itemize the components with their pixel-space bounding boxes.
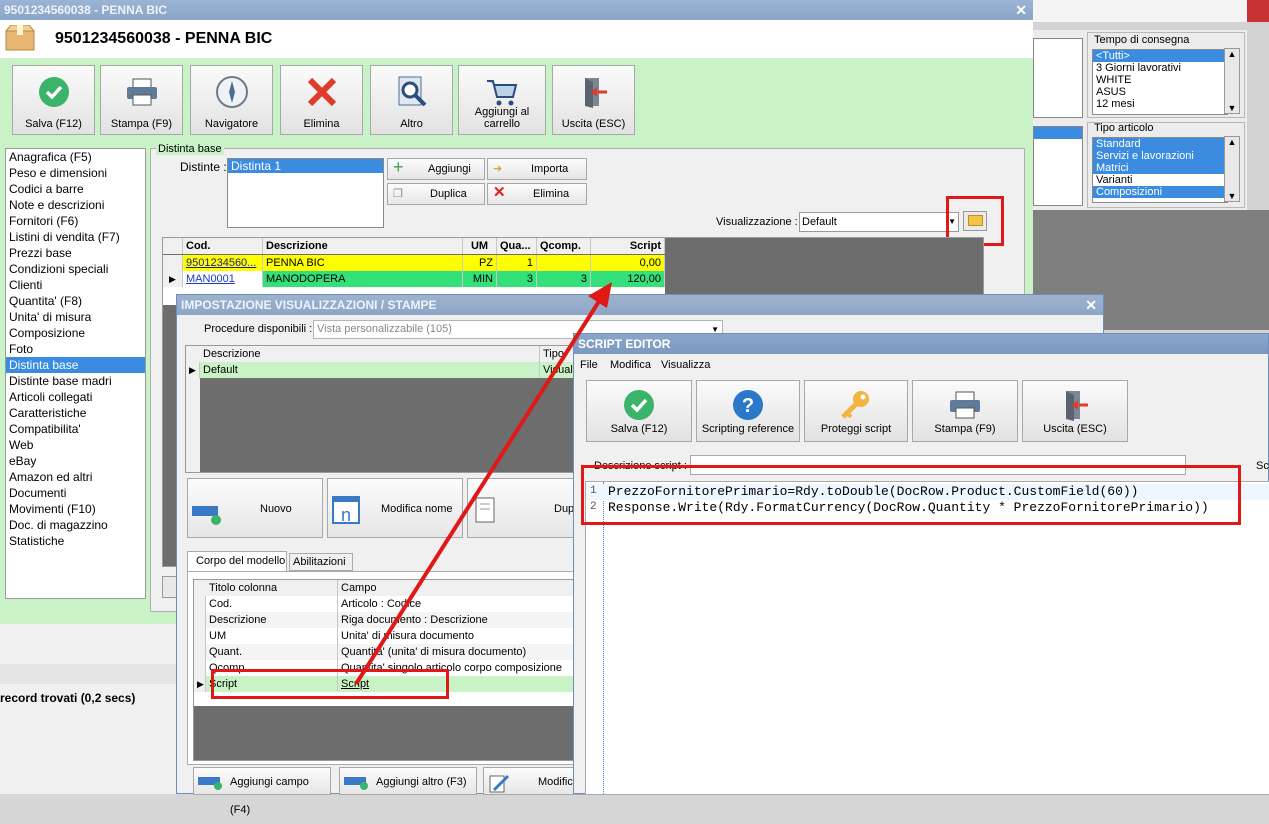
arrow-line [354, 293, 605, 686]
red-arrow [354, 282, 612, 686]
arrow-head [588, 282, 612, 308]
